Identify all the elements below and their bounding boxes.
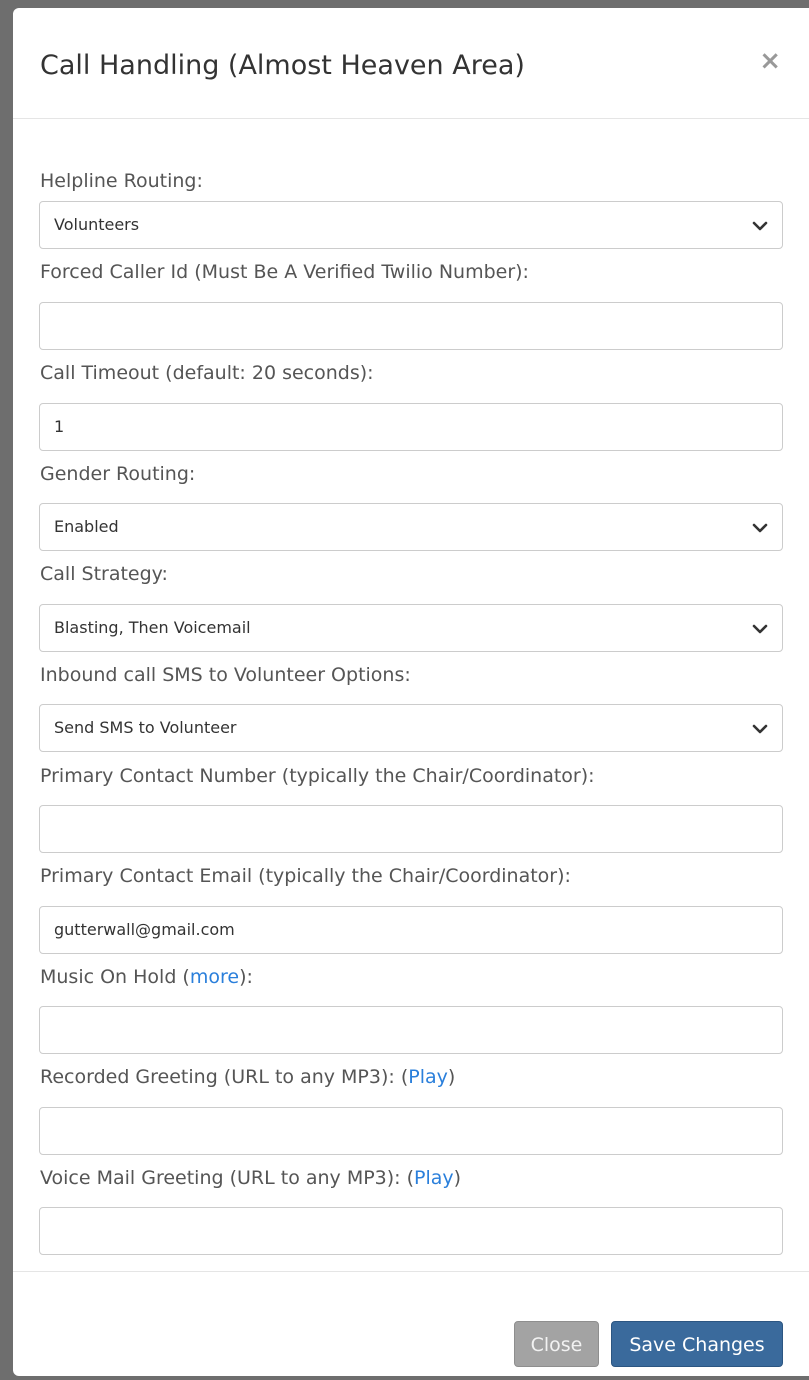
music-on-hold-more-link[interactable]: more <box>190 966 239 988</box>
call-strategy-label: Call Strategy: <box>40 563 168 585</box>
call-strategy-select[interactable]: Blasting, Then Voicemail <box>39 604 783 652</box>
save-changes-button[interactable]: Save Changes <box>611 1321 783 1367</box>
chevron-down-icon <box>752 624 768 634</box>
gender-routing-select[interactable]: Enabled <box>39 503 783 551</box>
music-on-hold-label-prefix: Music On Hold ( <box>40 966 190 988</box>
call-timeout-input[interactable]: 1 <box>39 403 783 451</box>
music-on-hold-label-suffix: ): <box>239 966 253 988</box>
inbound-sms-label: Inbound call SMS to Volunteer Options: <box>40 664 411 686</box>
inbound-sms-select[interactable]: Send SMS to Volunteer <box>39 704 783 752</box>
primary-contact-email-input[interactable]: gutterwall@gmail.com <box>39 906 783 954</box>
primary-contact-email-label: Primary Contact Email (typically the Cha… <box>40 865 571 887</box>
helpline-routing-value: Volunteers <box>54 215 140 234</box>
inbound-sms-value: Send SMS to Volunteer <box>54 718 237 737</box>
helpline-routing-select[interactable]: Volunteers <box>39 201 783 249</box>
primary-contact-number-input[interactable] <box>39 805 783 853</box>
forced-caller-id-input[interactable] <box>39 302 783 350</box>
close-button[interactable]: Close <box>514 1321 599 1367</box>
voicemail-greeting-input[interactable] <box>39 1207 783 1255</box>
helpline-routing-label: Helpline Routing: <box>40 170 203 192</box>
gender-routing-label: Gender Routing: <box>40 463 196 485</box>
voicemail-greeting-label: Voice Mail Greeting (URL to any MP3): (P… <box>40 1166 461 1190</box>
recorded-greeting-label: Recorded Greeting (URL to any MP3): (Pla… <box>40 1065 455 1089</box>
primary-contact-number-label: Primary Contact Number (typically the Ch… <box>40 765 595 787</box>
music-on-hold-input[interactable] <box>39 1006 783 1054</box>
call-timeout-label: Call Timeout (default: 20 seconds): <box>40 362 374 384</box>
modal-footer: Close Save Changes <box>13 1271 809 1376</box>
recorded-greeting-label-suffix: ) <box>447 1066 456 1088</box>
call-handling-modal: Call Handling (Almost Heaven Area) × Hel… <box>13 8 809 1376</box>
close-icon[interactable]: × <box>759 48 781 74</box>
chevron-down-icon <box>752 724 768 734</box>
recorded-greeting-label-prefix: Recorded Greeting (URL to any MP3): ( <box>40 1066 409 1088</box>
voicemail-greeting-play-link[interactable]: Play <box>414 1167 454 1189</box>
music-on-hold-label: Music On Hold (more): <box>40 965 253 989</box>
call-strategy-value: Blasting, Then Voicemail <box>54 618 251 637</box>
recorded-greeting-play-link[interactable]: Play <box>408 1066 448 1088</box>
gender-routing-value: Enabled <box>54 517 119 536</box>
voicemail-greeting-label-suffix: ) <box>453 1167 462 1189</box>
chevron-down-icon <box>752 523 768 533</box>
recorded-greeting-input[interactable] <box>39 1107 783 1155</box>
voicemail-greeting-label-prefix: Voice Mail Greeting (URL to any MP3): ( <box>40 1167 415 1189</box>
forced-caller-id-label: Forced Caller Id (Must Be A Verified Twi… <box>40 261 529 283</box>
chevron-down-icon <box>752 221 768 231</box>
modal-header: Call Handling (Almost Heaven Area) × <box>13 8 809 119</box>
modal-title: Call Handling (Almost Heaven Area) <box>40 50 525 81</box>
